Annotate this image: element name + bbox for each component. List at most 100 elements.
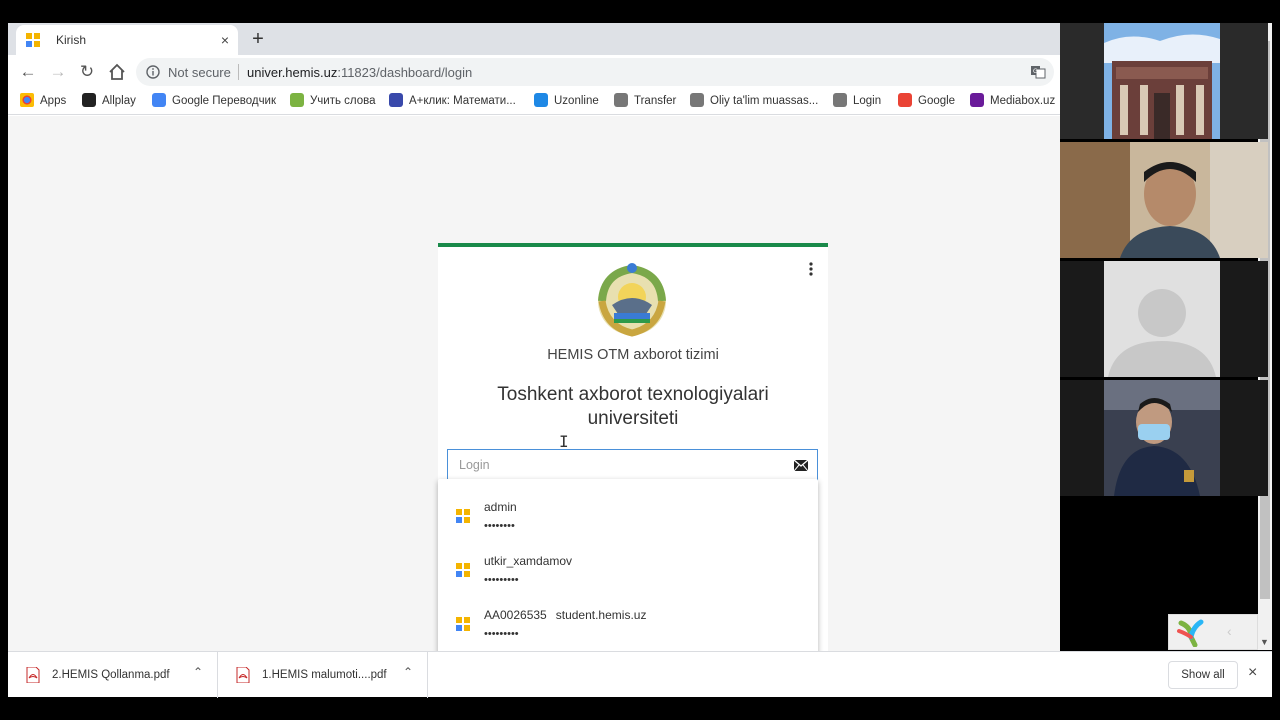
download-filename: 1.HEMIS malumoti....pdf [262,669,387,681]
bookmark-label: Google [918,95,956,107]
mediabox-icon [970,93,984,107]
transfer-icon [614,93,628,107]
home-icon[interactable] [107,62,127,82]
browser-toolbar: ← → ↻ Not secure univer.hemis.uz:11823/d… [8,55,1060,89]
bookmark-label: Uzonline [554,95,599,107]
site-favicon-icon [456,509,470,523]
system-name: HEMIS OTM axborot tizimi [547,347,719,363]
bookmarks-bar: Apps Allplay Google Переводчик Учить слова А… [8,89,1060,115]
bookmark-item[interactable]: Allplay [82,93,136,111]
address-bar[interactable]: Not secure univer.hemis.uz:11823/dashboa… [136,58,1054,86]
autofill-password-mask: ••••••••• [484,574,519,586]
google-icon [898,93,912,107]
bookmark-item[interactable]: Uzonline [534,93,599,111]
participant-video-image [1104,380,1220,496]
pdf-file-icon [26,667,40,683]
url-path: :11823/dashboard/login [337,65,473,80]
autofill-item[interactable]: utkir_xamdamov ••••••••• [438,537,818,591]
bookmark-item[interactable]: Login [833,93,881,111]
google-translate-icon [152,93,166,107]
building-video-image [1104,23,1220,139]
aklick-icon [389,93,403,107]
url-host: univer.hemis.uz [247,65,338,80]
allplay-icon [82,93,96,107]
username-text: utkir_xamdamov [484,554,573,568]
video-tile-building [1060,23,1268,139]
uzonline-icon [534,93,548,107]
screen: Kirish × + ← → ↻ Not secure univer.hemis… [0,0,1280,720]
autofill-username: AA0026535 student.hemis.uz [484,608,646,622]
new-tab-button[interactable]: + [248,28,268,50]
autofill-item[interactable]: AA0026535 student.hemis.uz ••••••••• [438,591,818,645]
url-text[interactable]: univer.hemis.uz:11823/dashboard/login [247,65,472,80]
bookmark-label: Учить слова [310,95,376,107]
autofill-username: admin [484,500,526,514]
tab-kirish[interactable]: Kirish × [16,25,238,55]
show-all-button[interactable]: Show all [1168,661,1238,689]
bookmark-label: Allplay [102,95,136,107]
bookmark-label: Apps [40,95,67,107]
puzzle-icon [290,93,304,107]
avatar-placeholder-icon [1104,261,1220,377]
download-filename: 2.HEMIS Qollanma.pdf [52,669,170,681]
bookmark-label: Oliy ta'lim muassas... [710,95,819,107]
bookmark-item[interactable]: Mediabox.uz [970,93,1055,111]
autofill-item[interactable]: admin •••••••• [438,483,818,537]
bookmark-item[interactable]: Google [898,93,955,111]
autofill-username: utkir_xamdamov [484,554,581,568]
bookmark-item[interactable]: Transfer [614,93,676,111]
chevron-left-icon[interactable]: ‹ [1227,623,1232,639]
info-icon[interactable] [146,65,160,79]
translate-icon[interactable]: G [1030,64,1046,80]
chevron-up-icon[interactable]: ⌃ [193,665,203,679]
address-separator [238,64,239,80]
site-text: student.hemis.uz [555,608,647,622]
bookmark-label: Transfer [634,95,677,107]
site-favicon-icon [456,563,470,577]
forward-arrow-icon[interactable]: → [48,62,68,82]
svg-text:G: G [1033,68,1038,75]
download-item[interactable]: 1.HEMIS malumoti....pdf ⌃ [218,652,428,698]
speaker-video-image [1060,142,1268,258]
download-item[interactable]: 2.HEMIS Qollanma.pdf ⌃ [8,652,218,698]
bookmark-item[interactable]: Apps [20,93,66,111]
login-input[interactable] [447,449,818,481]
university-name: Toshkent axborot texnologiyalari univers… [497,384,769,429]
autofill-password-mask: ••••••••• [484,628,519,640]
tab-title: Kirish [56,33,87,47]
video-tile-placeholder [1060,261,1268,377]
autofill-password-mask: •••••••• [484,520,515,532]
favicon-icon [26,33,40,47]
not-secure-label: Not secure [168,65,231,80]
pdf-file-icon [236,667,250,683]
yii-logo-icon [1177,619,1204,647]
bookmark-label: Mediabox.uz [990,95,1056,107]
username-text: AA0026535 [484,608,547,622]
state-emblem-icon [598,263,666,337]
site-favicon-icon [456,617,470,631]
chevron-up-icon[interactable]: ⌃ [403,665,413,679]
bookmark-item[interactable]: А+клик: Математи... [389,93,516,111]
bookmark-item[interactable]: Oliy ta'lim muassas... [690,93,818,111]
more-vert-icon[interactable] [808,261,814,277]
video-tile-participant [1060,380,1268,496]
close-downloads-icon[interactable]: × [1248,664,1257,682]
yii-debug-toolbar[interactable]: ‹ [1168,614,1258,650]
bookmark-label: А+клик: Математи... [409,95,516,107]
apps-grid-icon [20,93,34,107]
username-text: admin [484,500,517,514]
bookmark-item[interactable]: Учить слова [290,93,376,111]
bookmark-label: Google Переводчик [172,95,277,107]
envelope-icon [794,460,808,471]
downloads-bar: 2.HEMIS Qollanma.pdf ⌃ 1.HEMIS malumoti...… [8,651,1272,698]
text-cursor-icon: I [559,432,569,451]
bookmark-label: Login [853,95,882,107]
scroll-down-arrow-icon[interactable]: ▼ [1260,637,1269,647]
tab-strip: Kirish × + [8,23,1060,55]
oliy-icon [690,93,704,107]
reload-icon[interactable]: ↻ [77,62,97,82]
back-arrow-icon[interactable]: ← [18,62,38,82]
video-tile-speaker [1060,142,1268,258]
bookmark-item[interactable]: Google Переводчик [152,93,276,111]
tab-close-icon[interactable]: × [216,31,234,49]
